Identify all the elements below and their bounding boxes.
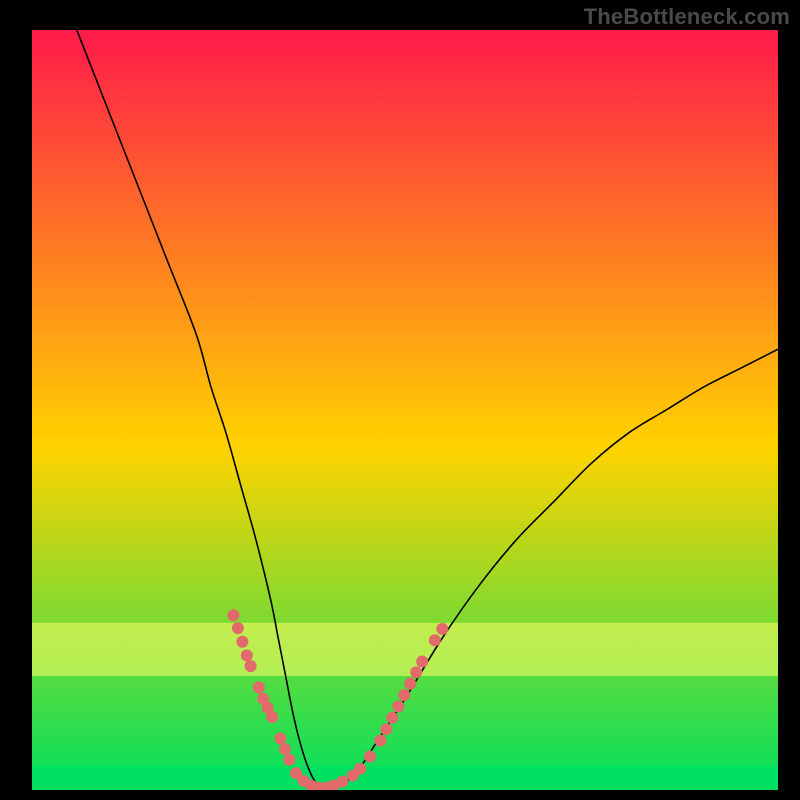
curve-dot: [436, 623, 448, 635]
upper-yellow-band: [32, 623, 778, 676]
curve-dot: [227, 609, 239, 621]
curve-dot: [374, 735, 386, 747]
curve-dot: [274, 732, 286, 744]
curve-dot: [398, 689, 410, 701]
curve-dot: [386, 712, 398, 724]
curve-dot: [392, 700, 404, 712]
curve-dot: [232, 622, 244, 634]
curve-dot: [354, 763, 366, 775]
curve-dot: [380, 723, 392, 735]
curve-dot: [336, 776, 348, 788]
curve-dot: [245, 660, 257, 672]
curve-dot: [283, 754, 295, 766]
curve-dot: [416, 656, 428, 668]
plot-area: [32, 30, 778, 790]
curve-dot: [279, 743, 291, 755]
curve-dot: [241, 649, 253, 661]
watermark-text: TheBottleneck.com: [584, 4, 790, 30]
curve-dot: [253, 681, 265, 693]
curve-dot: [429, 634, 441, 646]
chart-svg: [32, 30, 778, 790]
curve-dot: [410, 666, 422, 678]
chart-frame: TheBottleneck.com: [0, 0, 800, 800]
curve-dot: [404, 678, 416, 690]
curve-dot: [266, 711, 278, 723]
curve-dot: [236, 636, 248, 648]
curve-dot: [364, 751, 376, 763]
lower-green-band: [32, 766, 778, 790]
